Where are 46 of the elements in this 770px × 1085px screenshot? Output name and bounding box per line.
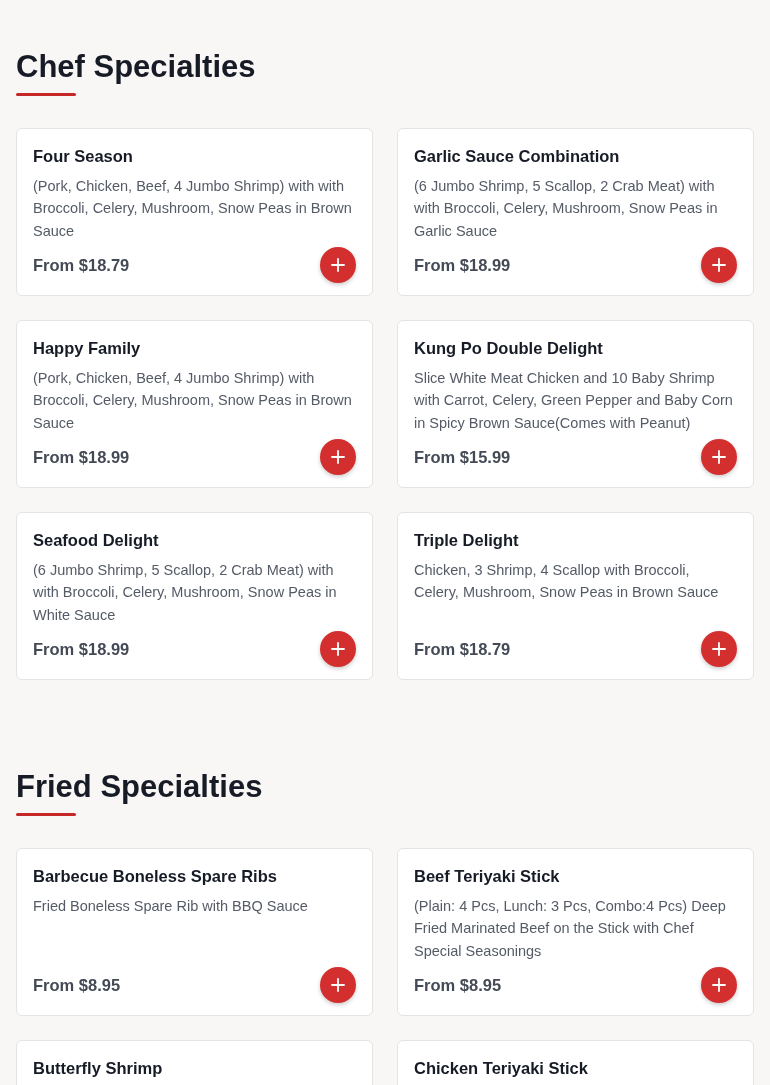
item-description: Fried Boneless Spare Rib with BBQ Sauce bbox=[33, 896, 309, 916]
heading-underline bbox=[16, 93, 76, 96]
plus-icon bbox=[712, 642, 726, 656]
item-description: (6 Jumbo Shrimp, 5 Scallop, 2 Crab Meat) with with Broccoli, Celery, Mushroom, Snow Peas in White Sauce bbox=[33, 560, 338, 625]
item-description: Chicken, 3 Shrimp, 4 Scallop with Broccoli, Celery, Mushroom, Snow Peas in Brown Sauce bbox=[414, 560, 720, 603]
item-name: Chicken Teriyaki Stick bbox=[414, 1059, 589, 1079]
item-description: Slice White Meat Chicken and 10 Baby Shrimp with Carrot, Celery, Green Pepper and Baby Corn in Spicy Brown Sauce(Comes with Peanut) bbox=[414, 368, 734, 433]
item-description: (Plain: 4 Pcs, Lunch: 3 Pcs, Combo:4 Pcs) Deep Fried Marinated Beef on the Stick with Chef Special Seasonings bbox=[414, 896, 727, 961]
plus-icon bbox=[331, 642, 345, 656]
item-price: From $15.99 bbox=[414, 446, 511, 468]
heading-underline bbox=[16, 813, 76, 816]
add-button[interactable] bbox=[320, 967, 356, 1003]
plus-icon bbox=[331, 978, 345, 992]
add-button[interactable] bbox=[701, 247, 737, 283]
plus-icon bbox=[712, 258, 726, 272]
item-price: From $18.99 bbox=[33, 446, 130, 468]
item-price: From $18.99 bbox=[414, 254, 511, 276]
plus-icon bbox=[712, 450, 726, 464]
item-description: (Pork, Chicken, Beef, 4 Jumbo Shrimp) with Broccoli, Celery, Mushroom, Snow Peas in Brown Sauce bbox=[33, 368, 353, 433]
item-name: Beef Teriyaki Stick bbox=[414, 867, 561, 887]
item-name: Barbecue Boneless Spare Ribs bbox=[33, 867, 278, 887]
item-description: (6 Jumbo Shrimp, 5 Scallop, 2 Crab Meat) with with Broccoli, Celery, Mushroom, Snow Peas in Garlic Sauce bbox=[414, 176, 719, 241]
item-name: Happy Family bbox=[33, 339, 142, 359]
item-name: Seafood Delight bbox=[33, 531, 160, 551]
add-button[interactable] bbox=[701, 967, 737, 1003]
add-button[interactable] bbox=[701, 631, 737, 667]
item-description: (Pork, Chicken, Beef, 4 Jumbo Shrimp) with with Broccoli, Celery, Mushroom, Snow Peas in Brown Sauce bbox=[33, 176, 353, 241]
item-name: Kung Po Double Delight bbox=[414, 339, 604, 359]
item-price: From $18.79 bbox=[414, 638, 511, 660]
item-name: Four Season bbox=[33, 147, 134, 167]
item-name: Butterfly Shrimp bbox=[33, 1059, 164, 1079]
item-price: From $8.95 bbox=[33, 974, 121, 996]
section-heading: Chef Specialties bbox=[16, 48, 257, 86]
plus-icon bbox=[331, 258, 345, 272]
item-price: From $8.95 bbox=[414, 974, 502, 996]
add-button[interactable] bbox=[701, 439, 737, 475]
add-button[interactable] bbox=[320, 439, 356, 475]
item-name: Garlic Sauce Combination bbox=[414, 147, 621, 167]
plus-icon bbox=[712, 978, 726, 992]
item-price: From $18.99 bbox=[33, 638, 130, 660]
add-button[interactable] bbox=[320, 247, 356, 283]
section-heading: Fried Specialties bbox=[16, 768, 264, 806]
plus-icon bbox=[331, 450, 345, 464]
item-name: Triple Delight bbox=[414, 531, 520, 551]
item-price: From $18.79 bbox=[33, 254, 130, 276]
add-button[interactable] bbox=[320, 631, 356, 667]
